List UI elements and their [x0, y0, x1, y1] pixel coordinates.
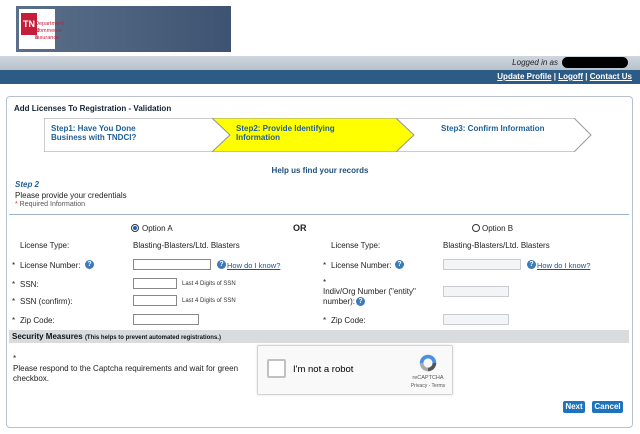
section-divider — [9, 214, 629, 215]
security-title: Security Measures (This helps to prevent… — [12, 332, 221, 341]
license-number-input-b[interactable] — [443, 259, 521, 270]
ssn-confirm-hint: Last 4 Digits of SSN — [182, 298, 236, 304]
step-label: Step 2 — [15, 180, 40, 189]
contact-us-link[interactable]: Contact Us — [590, 72, 632, 81]
ssn-label: SSN: — [20, 280, 39, 289]
instruction-text: Please provide your credentials — [15, 191, 127, 200]
ssn-hint: Last 4 Digits of SSN — [182, 281, 236, 287]
help-icon[interactable]: ? — [395, 260, 404, 269]
logo-badge: TN Department of Commerce & Insurance — [19, 9, 64, 49]
help-icon[interactable]: ? — [527, 260, 536, 269]
recaptcha-terms[interactable]: Privacy - Terms — [404, 383, 452, 389]
license-number-label-b: License Number: — [331, 261, 392, 270]
step3-label: Step3: Confirm Information — [441, 124, 545, 133]
help-icon[interactable]: ? — [217, 260, 226, 269]
help-icon[interactable]: ? — [85, 260, 94, 269]
captcha-label: I'm not a robot — [293, 364, 354, 375]
next-button[interactable]: Next — [563, 401, 585, 413]
license-type-value-b: Blasting-Blasters/Ltd. Blasters — [443, 241, 550, 250]
update-profile-link[interactable]: Update Profile — [497, 72, 551, 81]
option-a-radio[interactable] — [131, 224, 139, 232]
required-note-text: Required Information — [19, 201, 86, 208]
logo-text-line3: Insurance — [35, 35, 60, 41]
required-asterisk: * — [323, 261, 327, 270]
zip-code-input-a[interactable] — [133, 314, 199, 325]
nav-links: Update Profile | Logoff | Contact Us — [497, 72, 632, 81]
captcha-note: Please respond to the Captcha requiremen… — [13, 364, 239, 383]
ssn-confirm-input[interactable] — [133, 295, 177, 306]
license-type-label-b: License Type: — [331, 241, 381, 250]
redacted-username — [562, 57, 628, 68]
license-number-input-a[interactable] — [133, 259, 211, 270]
option-b-label: Option B — [482, 224, 514, 233]
cancel-button[interactable]: Cancel — [592, 401, 623, 413]
required-asterisk: * — [12, 261, 16, 270]
ssn-confirm-label: SSN (confirm): — [20, 297, 73, 306]
zip-code-label-b: Zip Code: — [331, 316, 366, 325]
option-a-label: Option A — [142, 224, 173, 233]
required-asterisk: * — [323, 278, 327, 287]
ssn-input[interactable] — [133, 278, 177, 289]
help-icon[interactable]: ? — [356, 297, 365, 306]
recaptcha-icon — [419, 354, 437, 372]
nav-separator: | — [583, 72, 590, 81]
how-do-i-know-link-a[interactable]: How do I know? — [227, 261, 280, 270]
step1-label: Step1: Have You Done Business with TNDCI… — [51, 124, 137, 142]
required-asterisk: * — [12, 297, 16, 306]
security-title-text: Security Measures — [12, 332, 83, 341]
form-heading: Help us find your records — [271, 166, 369, 175]
logoff-link[interactable]: Logoff — [558, 72, 583, 81]
how-do-i-know-link-b[interactable]: How do I know? — [537, 261, 590, 270]
captcha-checkbox[interactable] — [267, 359, 286, 378]
required-asterisk: * — [323, 316, 327, 325]
logged-in-label: Logged in as — [512, 58, 558, 67]
zip-code-input-b[interactable] — [443, 314, 509, 325]
license-number-label-a: License Number: — [20, 261, 81, 270]
license-type-label-a: License Type: — [20, 241, 70, 250]
step2-label: Step2: Provide Identifying Information — [236, 124, 335, 142]
recaptcha-widget[interactable]: I'm not a robot reCAPTCHA Privacy - Term… — [257, 345, 453, 395]
recaptcha-brand: reCAPTCHA — [412, 375, 444, 381]
license-type-value-a: Blasting-Blasters/Ltd. Blasters — [133, 241, 240, 250]
page-title: Add Licenses To Registration - Validatio… — [14, 104, 172, 113]
required-asterisk: * — [12, 316, 16, 325]
entity-number-input[interactable] — [443, 286, 509, 297]
agency-logo[interactable]: TN Department of Commerce & Insurance — [16, 6, 231, 52]
option-b-radio[interactable] — [472, 224, 480, 232]
or-separator: OR — [293, 223, 307, 233]
entity-number-label: Indiv/Org Number ("entity" number): — [323, 287, 416, 306]
zip-code-label-a: Zip Code: — [20, 316, 55, 325]
required-note: * Required Information — [15, 201, 85, 208]
security-subtitle: (This helps to prevent automated registr… — [84, 335, 221, 341]
required-asterisk: * — [13, 354, 17, 363]
required-asterisk: * — [12, 280, 16, 289]
step-wizard: Step1: Have You Done Business with TNDCI… — [44, 118, 592, 152]
